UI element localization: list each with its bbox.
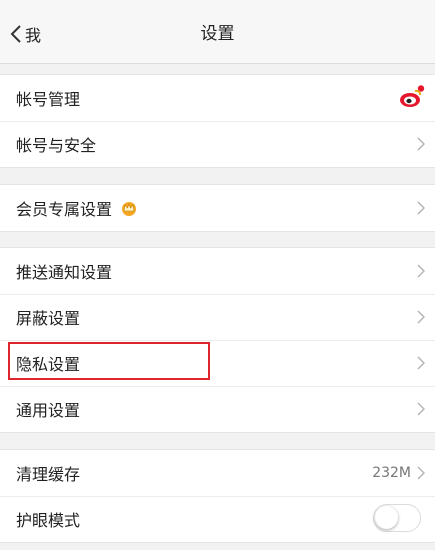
chevron-right-icon — [417, 356, 425, 370]
row-account-management[interactable]: 帐号管理 — [0, 75, 435, 121]
row-label: 会员专属设置 — [16, 200, 113, 219]
settings-group-member: 会员专属设置 — [0, 184, 435, 232]
row-label: 屏蔽设置 — [16, 309, 81, 328]
row-label: 帐号管理 — [16, 90, 81, 109]
weibo-icon — [400, 85, 425, 107]
settings-group-general: 推送通知设置 屏蔽设置 隐私设置 通用设置 — [0, 247, 435, 433]
row-label: 帐号与安全 — [16, 136, 97, 155]
row-clear-cache[interactable]: 清理缓存 232M — [0, 450, 435, 496]
row-privacy-settings[interactable]: 隐私设置 — [0, 340, 435, 386]
row-label: 通用设置 — [16, 401, 81, 420]
row-label: 推送通知设置 — [16, 263, 113, 282]
row-label: 护眼模式 — [16, 511, 81, 530]
chevron-right-icon — [417, 466, 425, 480]
chevron-right-icon — [417, 264, 425, 278]
row-label: 清理缓存 — [16, 465, 81, 484]
settings-group-storage: 清理缓存 232M 护眼模式 — [0, 449, 435, 543]
chevron-right-icon — [417, 137, 425, 151]
settings-group-account: 帐号管理 帐号与安全 — [0, 74, 435, 168]
row-member-settings[interactable]: 会员专属设置 — [0, 185, 435, 231]
page-title: 设置 — [200, 24, 235, 44]
chevron-right-icon — [417, 201, 425, 215]
chevron-right-icon — [417, 310, 425, 324]
crown-icon — [122, 202, 137, 216]
row-block-settings[interactable]: 屏蔽设置 — [0, 294, 435, 340]
cache-size-value: 232M — [372, 465, 411, 481]
eye-care-toggle[interactable] — [373, 504, 421, 532]
navigation-bar: 我 设置 — [0, 0, 435, 64]
row-eye-care-mode: 护眼模式 — [0, 496, 435, 542]
row-label: 隐私设置 — [16, 355, 81, 374]
row-account-security[interactable]: 帐号与安全 — [0, 121, 435, 167]
chevron-right-icon — [417, 402, 425, 416]
row-push-notifications[interactable]: 推送通知设置 — [0, 248, 435, 294]
row-general-settings[interactable]: 通用设置 — [0, 386, 435, 432]
toggle-knob — [375, 506, 398, 529]
